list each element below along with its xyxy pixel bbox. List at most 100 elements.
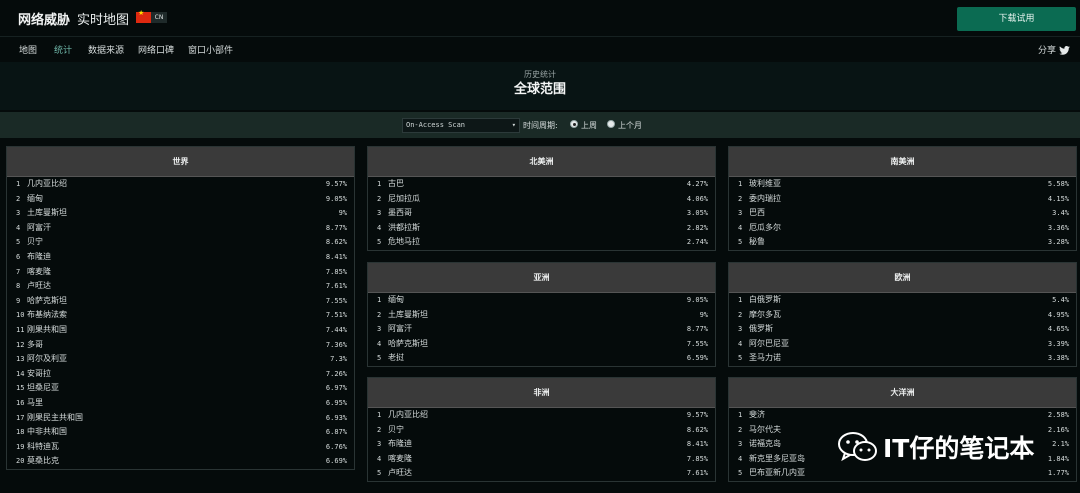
ranking-row[interactable]: 2 土库曼斯坦 9%: [368, 308, 715, 323]
infection-percent: 7.61%: [325, 282, 347, 291]
ranking-row[interactable]: 4 喀麦隆 7.85%: [368, 452, 715, 467]
radio-last-month[interactable]: [607, 120, 615, 128]
ranking-list: 1 几内亚比绍 9.57% 2 贝宁 8.62% 3 布隆迪 8.41% 4 喀麦隆 7.85% 5 卢旺…: [368, 408, 715, 481]
country-name: 刚果民主共和国: [27, 412, 83, 422]
ranking-row[interactable]: 17 刚果民主共和国 6.93%: [7, 411, 354, 426]
ranking-row[interactable]: 4 哈萨克斯坦 7.55%: [368, 337, 715, 352]
ranking-row[interactable]: 1 古巴 4.27%: [368, 177, 715, 192]
ranking-row[interactable]: 9 哈萨克斯坦 7.55%: [7, 294, 354, 309]
ranking-row[interactable]: 2 摩尔多瓦 4.95%: [729, 308, 1076, 323]
ranking-row[interactable]: 2 尼加拉瓜 4.06%: [368, 192, 715, 207]
country-name: 白俄罗斯: [749, 295, 781, 304]
radio-last-week[interactable]: [570, 120, 578, 128]
infection-percent: 9.05%: [325, 194, 347, 203]
ranking-row[interactable]: 1 玻利维亚 5.58%: [729, 177, 1076, 192]
country-name: 刚果共和国: [27, 324, 67, 334]
panel-south-america: 南美洲 1 玻利维亚 5.58% 2 委内瑞拉 4.15% 3 巴西 3.4% 4 厄瓜多尔 3.36…: [728, 146, 1077, 251]
country-name: 贝宁: [27, 237, 43, 247]
ranking-row[interactable]: 3 墨西哥 3.05%: [368, 206, 715, 221]
country-name: 几内亚比绍: [388, 410, 428, 419]
ranking-row[interactable]: 3 布隆迪 8.41%: [368, 437, 715, 452]
main-nav: 地图 统计 数据来源 网络口碑 窗口小部件 分享: [0, 37, 1080, 60]
country-name: 危地马拉: [388, 237, 420, 247]
country-name: 缅甸: [388, 295, 404, 304]
ranking-row[interactable]: 4 阿尔巴尼亚 3.39%: [729, 337, 1076, 352]
nav-item-map[interactable]: 地图: [19, 43, 37, 56]
country-code-badge[interactable]: CN: [151, 12, 167, 23]
brand-subtitle: 实时地图: [77, 13, 130, 28]
country-name: 古巴: [388, 179, 404, 188]
ranking-row[interactable]: 10 布基纳法索 7.51%: [7, 308, 354, 323]
ranking-row[interactable]: 1 缅甸 9.05%: [368, 293, 715, 308]
ranking-row[interactable]: 19 科特迪瓦 6.76%: [7, 440, 354, 455]
ranking-row[interactable]: 1 白俄罗斯 5.4%: [729, 293, 1076, 308]
ranking-row[interactable]: 5 危地马拉 2.74%: [368, 235, 715, 250]
ranking-row[interactable]: 5 巴布亚新几内亚 1.77%: [729, 466, 1076, 481]
infection-percent: 7.51%: [325, 311, 347, 320]
ranking-row[interactable]: 3 俄罗斯 4.65%: [729, 322, 1076, 337]
infection-percent: 6.76%: [325, 442, 347, 451]
panel-north-america: 北美洲 1 古巴 4.27% 2 尼加拉瓜 4.06% 3 墨西哥 3.05% 4 洪都拉斯 2.82…: [367, 146, 716, 251]
infection-percent: 6.87%: [325, 428, 347, 437]
scan-type-select[interactable]: On-Access Scan ▾: [402, 118, 520, 133]
country-name: 几内亚比绍: [27, 179, 67, 188]
ranking-row[interactable]: 4 阿富汗 8.77%: [7, 221, 354, 236]
nav-item-buzz[interactable]: 网络口碑: [138, 43, 174, 56]
stats-title: 全球范围: [513, 82, 566, 97]
share-link[interactable]: 分享: [1038, 43, 1070, 56]
ranking-row[interactable]: 3 阿富汗 8.77%: [368, 322, 715, 337]
download-trial-button[interactable]: 下载试用: [957, 7, 1076, 31]
ranking-row[interactable]: 3 土库曼斯坦 9%: [7, 206, 354, 221]
ranking-row[interactable]: 5 卢旺达 7.61%: [368, 466, 715, 481]
ranking-row[interactable]: 5 秘鲁 3.28%: [729, 235, 1076, 250]
ranking-row[interactable]: 2 贝宁 8.62%: [368, 423, 715, 438]
ranking-row[interactable]: 5 圣马力诺 3.38%: [729, 351, 1076, 366]
ranking-row[interactable]: 2 委内瑞拉 4.15%: [729, 192, 1076, 207]
radio-last-month-label[interactable]: 上个月: [618, 120, 642, 131]
nav-item-widgets[interactable]: 窗口小部件: [188, 43, 233, 56]
ranking-row[interactable]: 4 厄瓜多尔 3.36%: [729, 221, 1076, 236]
country-name: 摩尔多瓦: [749, 309, 781, 319]
ranking-row[interactable]: 13 阿尔及利亚 7.3%: [7, 352, 354, 367]
ranking-row[interactable]: 1 斐济 2.58%: [729, 408, 1076, 423]
infection-percent: 3.36%: [1047, 223, 1069, 232]
ranking-row[interactable]: 16 马里 6.95%: [7, 396, 354, 411]
ranking-row[interactable]: 5 老挝 6.59%: [368, 351, 715, 366]
top-bar: 网络威胁 实时地图 ★ CN 下载试用: [0, 0, 1080, 37]
country-name: 布隆迪: [27, 251, 51, 261]
ranking-row[interactable]: 1 几内亚比绍 9.57%: [368, 408, 715, 423]
ranking-row[interactable]: 14 安哥拉 7.26%: [7, 367, 354, 382]
ranking-row[interactable]: 2 缅甸 9.05%: [7, 192, 354, 207]
ranking-row[interactable]: 11 刚果共和国 7.44%: [7, 323, 354, 338]
infection-percent: 7.3%: [330, 355, 347, 364]
ranking-row[interactable]: 5 贝宁 8.62%: [7, 235, 354, 250]
country-name: 喀麦隆: [388, 453, 412, 463]
ranking-row[interactable]: 3 巴西 3.4%: [729, 206, 1076, 221]
country-name: 阿富汗: [27, 222, 51, 232]
nav-item-data-sources[interactable]: 数据来源: [88, 43, 124, 56]
ranking-row[interactable]: 15 坦桑尼亚 6.97%: [7, 381, 354, 396]
ranking-row[interactable]: 1 几内亚比绍 9.57%: [7, 177, 354, 192]
radio-last-week-label[interactable]: 上周: [581, 120, 597, 131]
infection-percent: 5.58%: [1047, 180, 1069, 188]
brand-title[interactable]: 网络威胁: [18, 9, 70, 28]
share-label: 分享: [1037, 46, 1056, 56]
ranking-row[interactable]: 18 中非共和国 6.87%: [7, 425, 354, 440]
infection-percent: 4.65%: [1047, 325, 1069, 334]
infection-percent: 3.38%: [1047, 354, 1069, 363]
ranking-row[interactable]: 20 莫桑比克 6.69%: [7, 454, 354, 469]
china-flag-icon[interactable]: ★: [136, 10, 151, 23]
watermark-text: IT仔的笔记本: [883, 434, 1035, 463]
panel-title: 南美洲: [729, 147, 1076, 177]
infection-percent: 8.41%: [325, 252, 347, 261]
ranking-row[interactable]: 4 洪都拉斯 2.82%: [368, 221, 715, 236]
ranking-row[interactable]: 6 布隆迪 8.41%: [7, 250, 354, 265]
twitter-icon[interactable]: [1059, 46, 1070, 55]
ranking-row[interactable]: 7 喀麦隆 7.85%: [7, 265, 354, 280]
infection-percent: 9.05%: [686, 296, 708, 304]
nav-item-statistics[interactable]: 统计: [54, 43, 72, 56]
infection-percent: 9.57%: [686, 411, 708, 419]
ranking-row[interactable]: 8 卢旺达 7.61%: [7, 279, 354, 294]
ranking-row[interactable]: 12 多哥 7.36%: [7, 338, 354, 353]
infection-percent: 6.69%: [325, 457, 347, 466]
